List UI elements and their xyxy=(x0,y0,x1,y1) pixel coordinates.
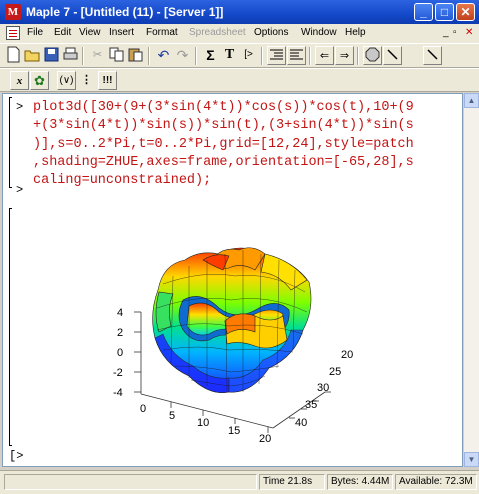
x-tick-label: 0 xyxy=(140,403,146,415)
menu-format[interactable]: Format xyxy=(146,27,178,38)
doc-close-icon[interactable]: ✕ xyxy=(465,27,473,38)
maple-leaf-icon[interactable]: ✿ xyxy=(30,71,49,90)
print-icon[interactable] xyxy=(61,46,80,65)
help-pointer-icon[interactable] xyxy=(423,46,442,65)
plot3d-output[interactable]: 4 2 0 -2 -4 0 5 10 15 20 20 25 30 35 40 xyxy=(3,94,462,466)
scroll-down-arrow-icon[interactable]: ▼ xyxy=(464,452,479,467)
stop-icon[interactable] xyxy=(363,46,382,65)
maple-app-icon: M xyxy=(5,4,21,20)
secondary-toolbar: x ✿ (∨) ⋮ !!! xyxy=(0,68,479,92)
minimize-button[interactable]: _ xyxy=(414,3,433,21)
z-tick-label: 4 xyxy=(117,307,123,319)
status-available: Available: 72.3M xyxy=(395,474,477,490)
doc-minimize-icon[interactable]: _ xyxy=(443,27,449,38)
toolbar-separator xyxy=(309,47,311,65)
x-tick-label: 5 xyxy=(169,410,175,422)
toolbar-separator xyxy=(148,47,150,65)
scroll-up-arrow-icon[interactable]: ▲ xyxy=(464,93,479,108)
x-tick-label: 15 xyxy=(228,425,240,437)
math-input-button[interactable]: Σ xyxy=(201,46,220,65)
y-tick-label: 20 xyxy=(341,349,353,361)
status-bytes: Bytes: 4.44M xyxy=(327,474,393,490)
open-folder-icon[interactable] xyxy=(23,46,42,65)
save-icon[interactable] xyxy=(42,46,61,65)
insert-parentheses-button[interactable]: (∨) xyxy=(57,71,76,90)
worksheet[interactable]: > plot3d([30+(9+(3*sin(4*t))*cos(s))*cos… xyxy=(2,93,463,467)
menu-view[interactable]: View xyxy=(79,27,101,38)
forward-arrow-icon[interactable]: ⇒ xyxy=(335,46,354,65)
x-tick-label: 10 xyxy=(197,417,209,429)
restart-icon[interactable] xyxy=(383,46,402,65)
title-bar: M Maple 7 - [Untitled (11) - [Server 1]]… xyxy=(0,0,479,24)
vertical-scrollbar[interactable]: ▲ ▼ xyxy=(463,93,479,467)
indent-icon[interactable] xyxy=(267,46,286,65)
y-tick-label: 30 xyxy=(317,382,329,394)
menu-insert[interactable]: Insert xyxy=(109,27,134,38)
menu-file[interactable]: File xyxy=(27,27,43,38)
text-input-button[interactable]: T xyxy=(220,46,239,65)
menu-edit[interactable]: Edit xyxy=(54,27,71,38)
status-bar: Time 21.8s Bytes: 4.44M Available: 72.3M xyxy=(0,470,479,494)
execute-all-button[interactable]: !!! xyxy=(98,71,117,90)
menu-window[interactable]: Window xyxy=(301,27,337,38)
status-time: Time 21.8s xyxy=(259,474,325,490)
toolbar-separator xyxy=(261,47,263,65)
continuation-button[interactable]: ⋮ xyxy=(77,71,96,90)
back-arrow-icon[interactable]: ⇐ xyxy=(315,46,334,65)
redo-icon[interactable]: ↷ xyxy=(173,46,192,65)
z-tick-label: -2 xyxy=(113,367,123,379)
torus-surface xyxy=(152,247,312,393)
outdent-icon[interactable] xyxy=(287,46,306,65)
last-prompt[interactable]: [> xyxy=(9,449,23,463)
new-file-icon[interactable] xyxy=(4,46,23,65)
z-tick-label: 2 xyxy=(117,327,123,339)
toolbar-separator xyxy=(82,47,84,65)
cut-icon[interactable]: ✂ xyxy=(88,46,107,65)
undo-icon[interactable]: ↶ xyxy=(154,46,173,65)
toolbar-separator xyxy=(357,47,359,65)
maximize-button[interactable]: □ xyxy=(435,3,454,21)
paste-icon[interactable] xyxy=(126,46,145,65)
window-title: Maple 7 - [Untitled (11) - [Server 1]] xyxy=(26,5,224,19)
close-button[interactable]: ✕ xyxy=(456,3,475,21)
doc-restore-icon[interactable]: ▫ xyxy=(453,27,457,38)
z-tick-label: 0 xyxy=(117,347,123,359)
y-tick-label: 35 xyxy=(305,399,317,411)
insert-prompt-button[interactable]: [> xyxy=(239,46,258,65)
document-icon[interactable] xyxy=(6,26,20,40)
y-tick-label: 25 xyxy=(329,366,341,378)
y-tick-label: 40 xyxy=(295,417,307,429)
menu-help[interactable]: Help xyxy=(345,27,366,38)
status-message xyxy=(4,474,257,490)
copy-icon[interactable] xyxy=(107,46,126,65)
x-tick-label: 20 xyxy=(259,433,271,445)
toolbar-separator xyxy=(195,47,197,65)
main-toolbar: ✂ ↶ ↷ Σ T [> ⇐ ⇒ xyxy=(0,43,479,68)
menu-options[interactable]: Options xyxy=(254,27,288,38)
math-mode-button[interactable]: x xyxy=(10,71,29,90)
menu-bar: File Edit View Insert Format Spreadsheet… xyxy=(0,24,479,43)
menu-spreadsheet[interactable]: Spreadsheet xyxy=(189,27,246,38)
z-tick-label: -4 xyxy=(113,387,123,399)
